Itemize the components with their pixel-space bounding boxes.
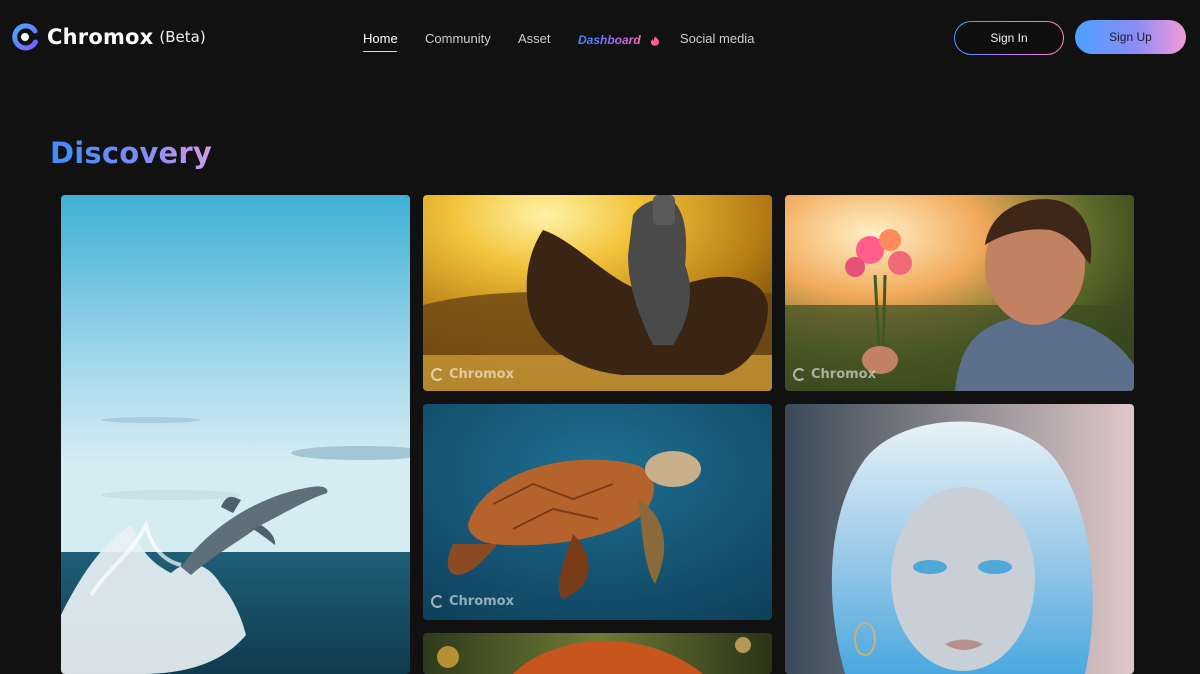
watermark-text: Chromox [449,594,514,609]
gallery-image-sea-turtle[interactable]: Chromox [423,404,772,620]
section-title: Discovery [50,136,212,170]
gallery-image-dolphin[interactable] [61,195,410,674]
gallery-image-red-haired-portrait[interactable] [423,633,772,674]
watermark-text: Chromox [449,367,514,382]
watermark: Chromox [793,367,876,382]
nav-item-dashboard[interactable]: Dashboard [578,33,641,47]
gallery-image-knight[interactable]: Chromox [423,195,772,391]
nav-item-home[interactable]: Home [363,31,398,46]
watermark-text: Chromox [811,367,876,382]
nav-item-asset[interactable]: Asset [518,31,551,46]
sign-up-button[interactable]: Sign Up [1075,20,1186,54]
knight-image [423,195,772,391]
active-nav-indicator [363,51,397,52]
watermark-logo-icon [431,368,444,381]
watermark: Chromox [431,594,514,609]
dolphin-image [61,195,410,674]
nav-item-social-media[interactable]: Social media [680,31,754,46]
watermark: Chromox [431,367,514,382]
blue-haired-woman-image [785,404,1134,674]
watermark-logo-icon [793,368,806,381]
gallery-image-blue-haired-woman[interactable] [785,404,1134,674]
gallery-image-man-flowers[interactable]: Chromox [785,195,1134,391]
man-flowers-image [785,195,1134,391]
top-navigation-bar: Chromox (Beta) Home Community Asset Dash… [0,0,1200,76]
watermark-logo-icon [431,595,444,608]
flame-icon [650,33,660,46]
red-haired-portrait-image [423,633,772,674]
sign-in-button[interactable]: Sign In [954,21,1064,55]
nav-item-community[interactable]: Community [425,31,491,46]
sea-turtle-image [423,404,772,620]
